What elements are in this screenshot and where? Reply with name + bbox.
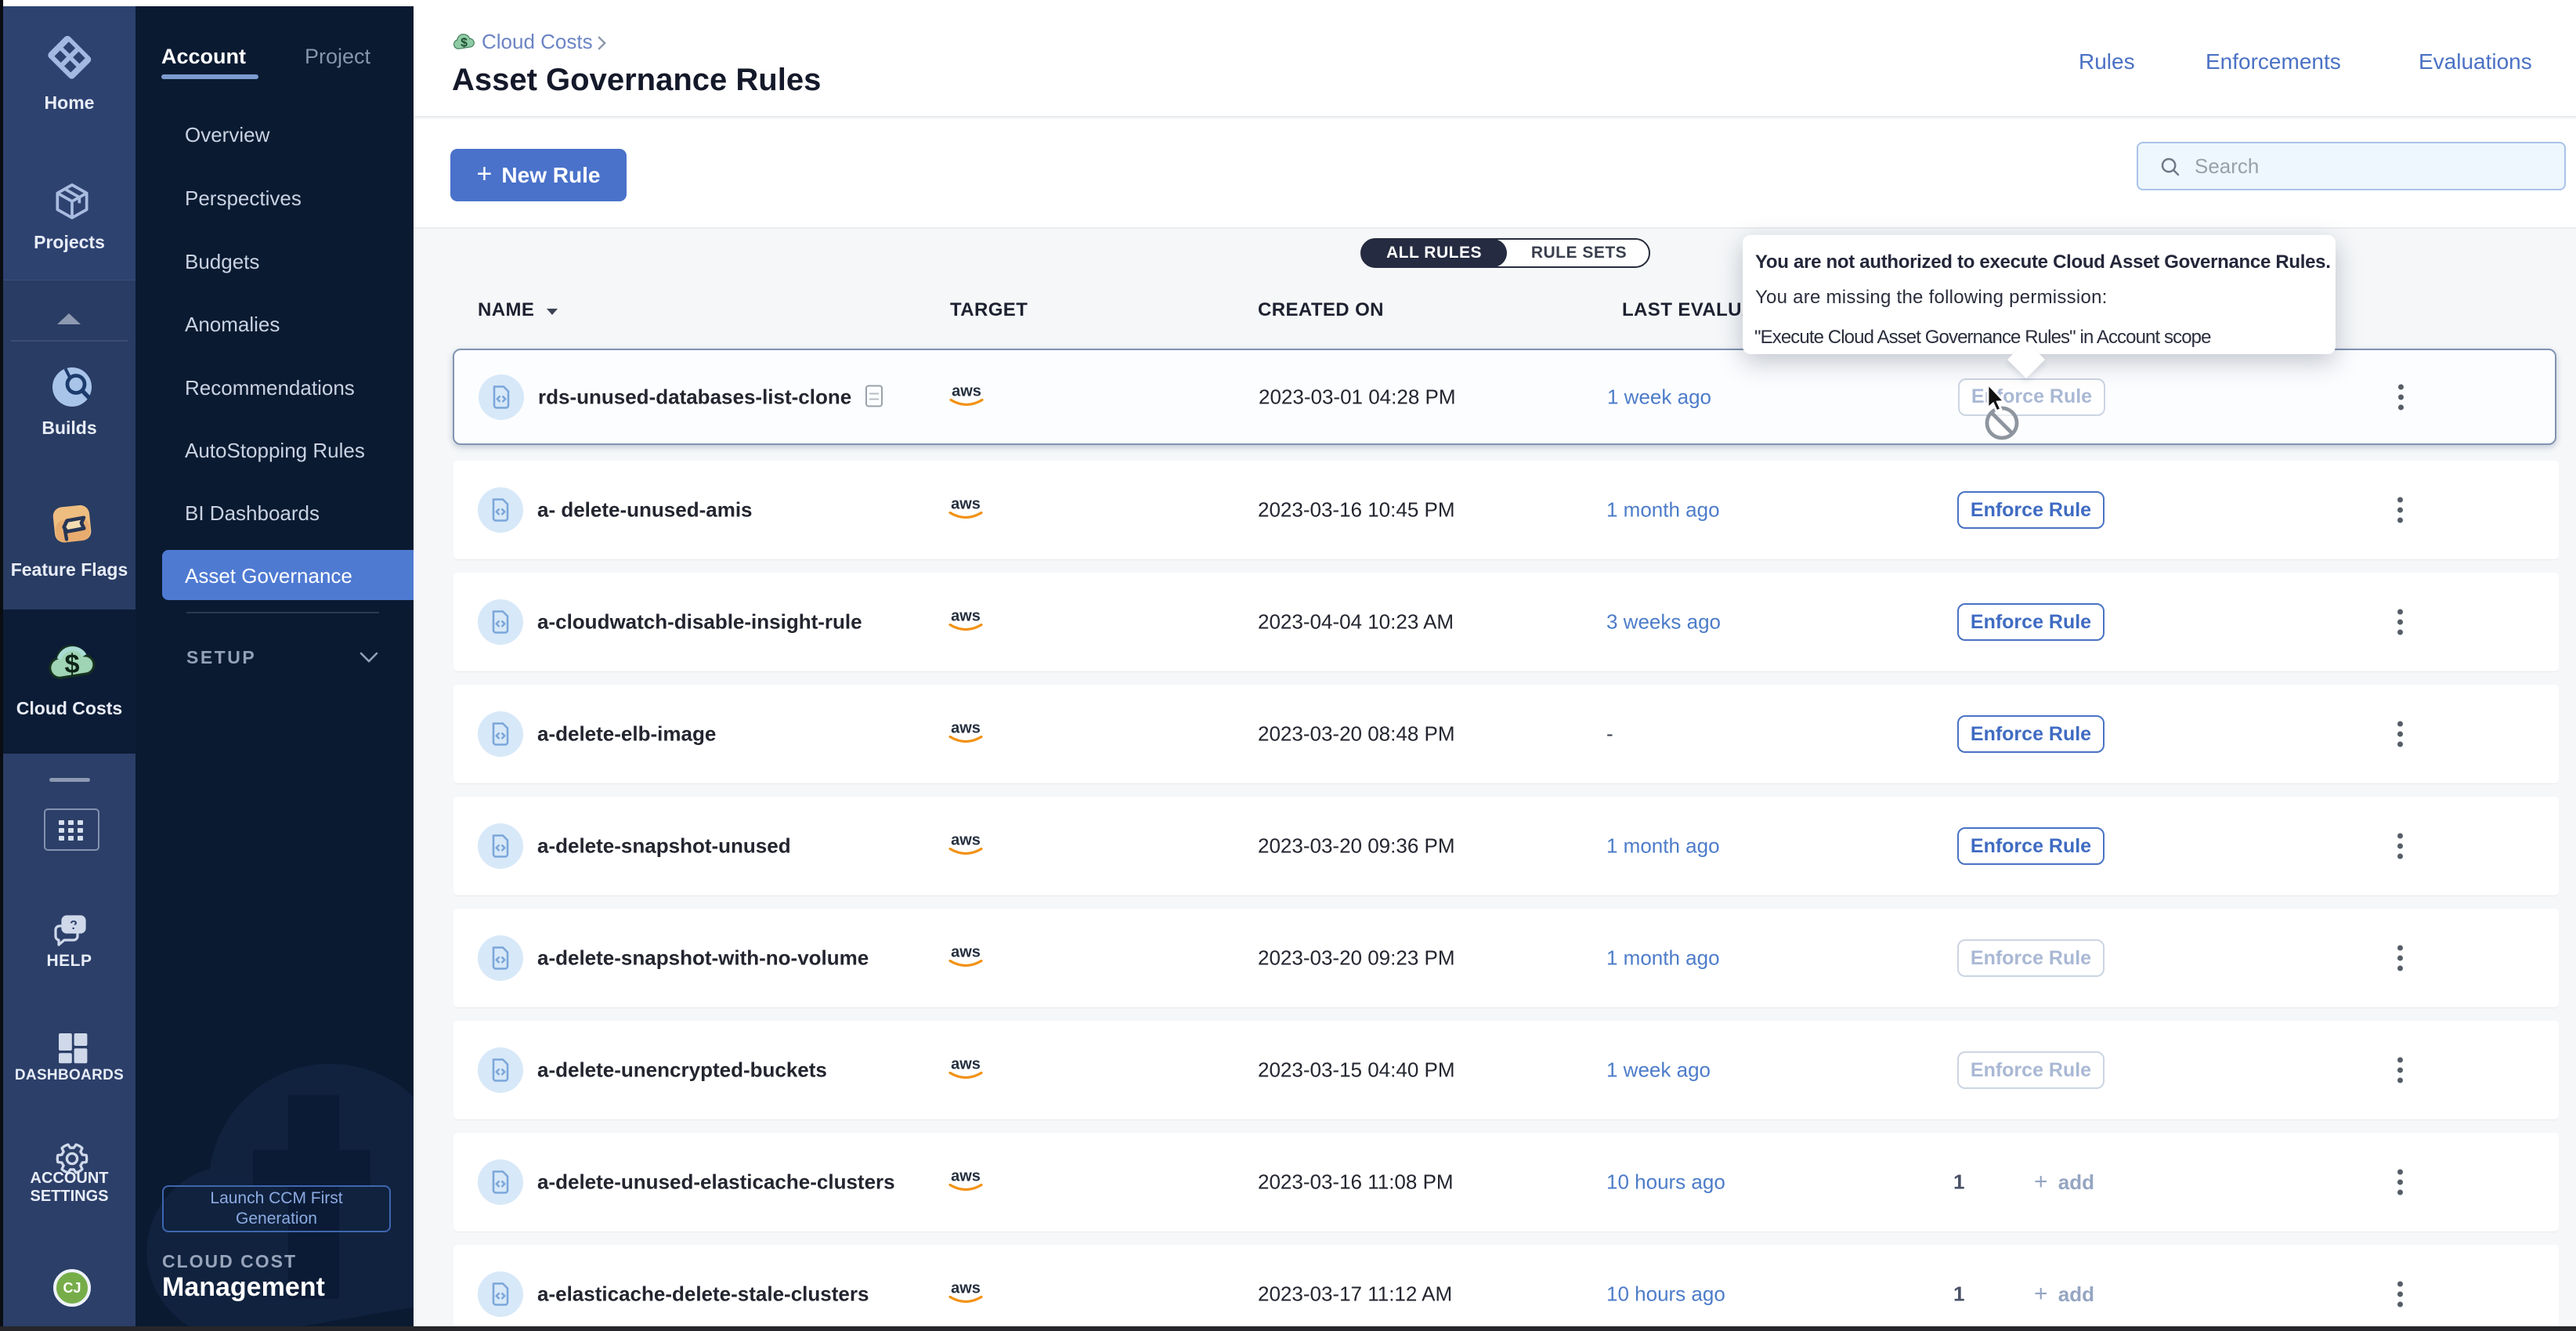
svg-text:aws: aws <box>951 1168 981 1185</box>
svg-text:aws: aws <box>951 720 981 737</box>
svg-text:aws: aws <box>951 1056 981 1073</box>
svg-text:aws: aws <box>951 944 981 961</box>
svg-text:$: $ <box>461 36 468 49</box>
svg-text:aws: aws <box>951 1280 981 1297</box>
svg-text:aws: aws <box>951 496 981 513</box>
svg-text:aws: aws <box>951 832 981 849</box>
svg-text:aws: aws <box>951 608 981 625</box>
svg-text:$: $ <box>64 649 79 679</box>
svg-text:aws: aws <box>952 382 981 400</box>
